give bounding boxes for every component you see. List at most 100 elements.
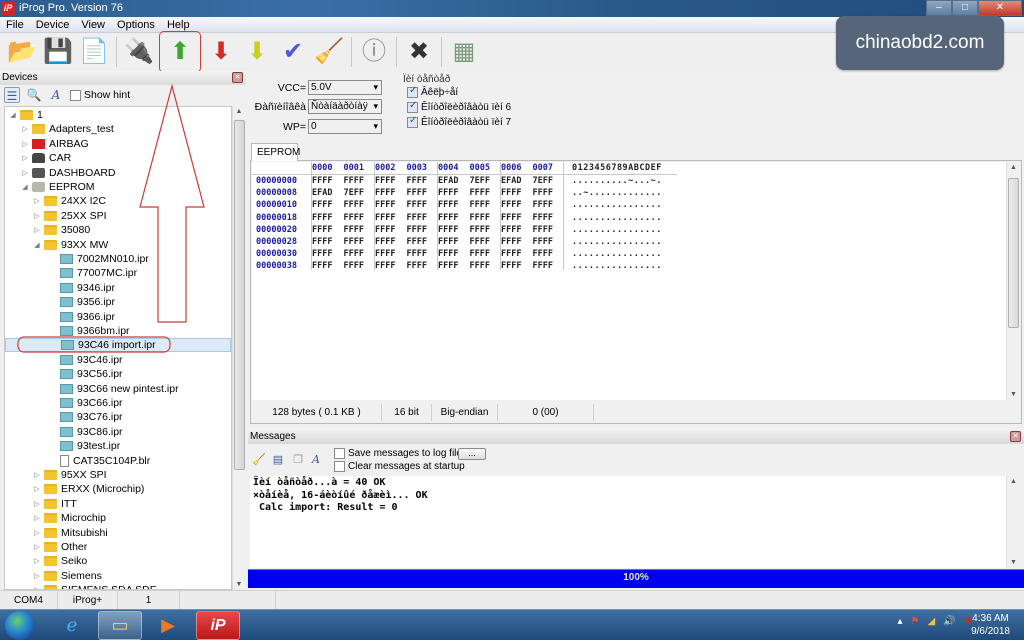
close-button[interactable]: ✕ — [978, 0, 1022, 16]
hex-word[interactable]: FFFF — [438, 188, 470, 198]
hex-word[interactable]: FFFF — [375, 225, 407, 235]
hex-row[interactable]: 00000010 FFFF FFFF FFFF FFFF FFFF FFFF FFFF FFFF… — [252, 199, 662, 211]
calculator-button[interactable]: ▦ — [446, 35, 482, 69]
tree-item[interactable]: ▷ DASHBOARD — [21, 166, 115, 180]
hex-editor[interactable]: 0000 0001 0002 0003 0004 0005 0006 0007 01234567… — [252, 162, 1006, 400]
tree-item[interactable]: 93C46.ipr — [49, 353, 123, 367]
clear-startup-option[interactable]: Clear messages at startup — [334, 461, 465, 472]
hex-word[interactable]: FFFF — [533, 249, 565, 259]
hex-word[interactable]: FFFF — [407, 188, 439, 198]
expand-icon[interactable]: ▷ — [33, 500, 41, 508]
scroll-thumb[interactable] — [1008, 178, 1019, 328]
scroll-up-icon[interactable]: ▲ — [1007, 478, 1020, 485]
menu-file[interactable]: File — [0, 17, 30, 32]
hex-word[interactable]: FFFF — [438, 200, 470, 210]
hex-word[interactable]: FFFF — [312, 213, 344, 223]
minimize-button[interactable]: – — [926, 0, 952, 16]
hex-word[interactable]: FFFF — [470, 261, 502, 271]
expand-icon[interactable]: ▷ — [33, 572, 41, 580]
pinout-select[interactable]: Ñòàíäàðòíàÿ — [308, 99, 382, 114]
vcc-select[interactable]: 5.0V — [308, 80, 382, 95]
hex-word[interactable]: FFFF — [438, 225, 470, 235]
wp-select[interactable]: 0 — [308, 119, 382, 134]
hex-word[interactable]: FFFF — [407, 237, 439, 247]
tree-item[interactable]: ◢ EEPROM — [21, 180, 94, 194]
tree-item[interactable]: 93C46 import.ipr — [5, 338, 231, 353]
read-up-arrow-button[interactable]: ⬆ — [159, 31, 201, 73]
hex-row[interactable]: 00000000 FFFF FFFF FFFF FFFF EFAD 7EFF EFAD 7EFF… — [252, 175, 662, 187]
hex-ascii[interactable]: ................ — [572, 213, 662, 223]
network-icon[interactable]: ◢ — [927, 616, 935, 627]
hex-word[interactable]: FFFF — [407, 213, 439, 223]
tray-expand-icon[interactable]: ▴ — [897, 616, 902, 627]
check-button[interactable]: ✔ — [275, 35, 311, 69]
collapse-icon[interactable]: ◢ — [21, 183, 29, 191]
expand-icon[interactable]: ▷ — [33, 226, 41, 234]
hex-ascii[interactable]: ................ — [572, 200, 662, 210]
expand-icon[interactable]: ▷ — [33, 485, 41, 493]
hex-word[interactable]: FFFF — [470, 188, 502, 198]
font-icon[interactable]: A — [310, 454, 322, 466]
tree-item[interactable]: 93test.ipr — [49, 439, 120, 453]
font-icon[interactable]: A — [48, 87, 64, 103]
expand-icon[interactable]: ▷ — [21, 169, 29, 177]
hex-word[interactable]: FFFF — [375, 188, 407, 198]
save-log-option[interactable]: Save messages to log file — [334, 448, 462, 459]
hex-word[interactable]: FFFF — [344, 237, 376, 247]
expand-icon[interactable]: ▷ — [33, 543, 41, 551]
hex-word[interactable]: FFFF — [533, 237, 565, 247]
pin-tester-enable[interactable]: Âêëþ÷åí — [403, 85, 517, 100]
tab-eeprom[interactable]: EEPROM — [251, 143, 300, 161]
hex-word[interactable]: FFFF — [344, 261, 376, 271]
tree-item[interactable]: ◢ 1 — [9, 108, 43, 122]
hex-word[interactable]: FFFF — [470, 225, 502, 235]
hex-word[interactable]: FFFF — [312, 176, 344, 186]
hex-word[interactable]: FFFF — [407, 176, 439, 186]
show-hint-box[interactable] — [70, 89, 81, 101]
tree-item[interactable]: 9346.ipr — [49, 281, 115, 295]
expand-icon[interactable]: ▷ — [21, 140, 29, 148]
menu-help[interactable]: Help — [161, 17, 196, 32]
messages-close-button[interactable]: ✕ — [1010, 431, 1021, 442]
hex-word[interactable]: FFFF — [501, 237, 533, 247]
hex-word[interactable]: FFFF — [501, 213, 533, 223]
hex-ascii[interactable]: ................ — [572, 261, 662, 271]
hex-word[interactable]: FFFF — [533, 188, 565, 198]
tree-item[interactable]: 93C66.ipr — [49, 396, 123, 410]
hex-word[interactable]: FFFF — [470, 237, 502, 247]
hex-word[interactable]: FFFF — [438, 261, 470, 271]
tree-item[interactable]: ▷ CAR — [21, 151, 71, 165]
save-log-icon[interactable]: ▤ — [272, 454, 284, 466]
hex-row[interactable]: 00000008 EFAD 7EFF FFFF FFFF FFFF FFFF FFFF FFFF… — [252, 187, 662, 199]
clear-startup-checkbox[interactable] — [334, 461, 345, 472]
media-player-icon[interactable]: ▶ — [146, 611, 190, 640]
expand-icon[interactable]: ▷ — [33, 212, 41, 220]
tree-item[interactable]: ▷ Microchip — [33, 511, 106, 525]
clear-broom-icon[interactable]: 🧹 — [252, 454, 266, 466]
hex-word[interactable]: FFFF — [501, 225, 533, 235]
hex-word[interactable]: FFFF — [312, 261, 344, 271]
hex-word[interactable]: FFFF — [312, 225, 344, 235]
tree-item[interactable]: 9366.ipr — [49, 310, 115, 324]
hex-word[interactable]: FFFF — [407, 225, 439, 235]
verify-down-arrow-button[interactable]: ⬇ — [239, 35, 275, 69]
hex-word[interactable]: 7EFF — [470, 176, 502, 186]
pin-tester-pin6[interactable]: Êîíòðîëèðîâàòü ïèí 6 — [403, 100, 517, 115]
hex-word[interactable]: FFFF — [375, 249, 407, 259]
hex-word[interactable]: FFFF — [533, 200, 565, 210]
hex-row[interactable]: 00000018 FFFF FFFF FFFF FFFF FFFF FFFF FFFF FFFF… — [252, 212, 662, 224]
hex-word[interactable]: FFFF — [438, 237, 470, 247]
tree-item[interactable]: 93C86.ipr — [49, 425, 123, 439]
tree-item[interactable]: ▷SIEMENS SDA SDE — [33, 583, 157, 589]
hex-word[interactable]: FFFF — [533, 225, 565, 235]
tree-item[interactable]: ◢ 93XX MW — [33, 238, 108, 252]
scroll-thumb[interactable] — [234, 120, 245, 470]
hex-word[interactable]: FFFF — [344, 176, 376, 186]
tree-item[interactable]: ▷ 95XX SPI — [33, 468, 106, 482]
hex-word[interactable]: FFFF — [375, 237, 407, 247]
ie-icon[interactable]: ℯ — [50, 611, 94, 640]
hex-word[interactable]: EFAD — [312, 188, 344, 198]
hex-word[interactable]: FFFF — [312, 249, 344, 259]
hex-word[interactable]: FFFF — [438, 213, 470, 223]
checkbox[interactable] — [407, 100, 418, 113]
